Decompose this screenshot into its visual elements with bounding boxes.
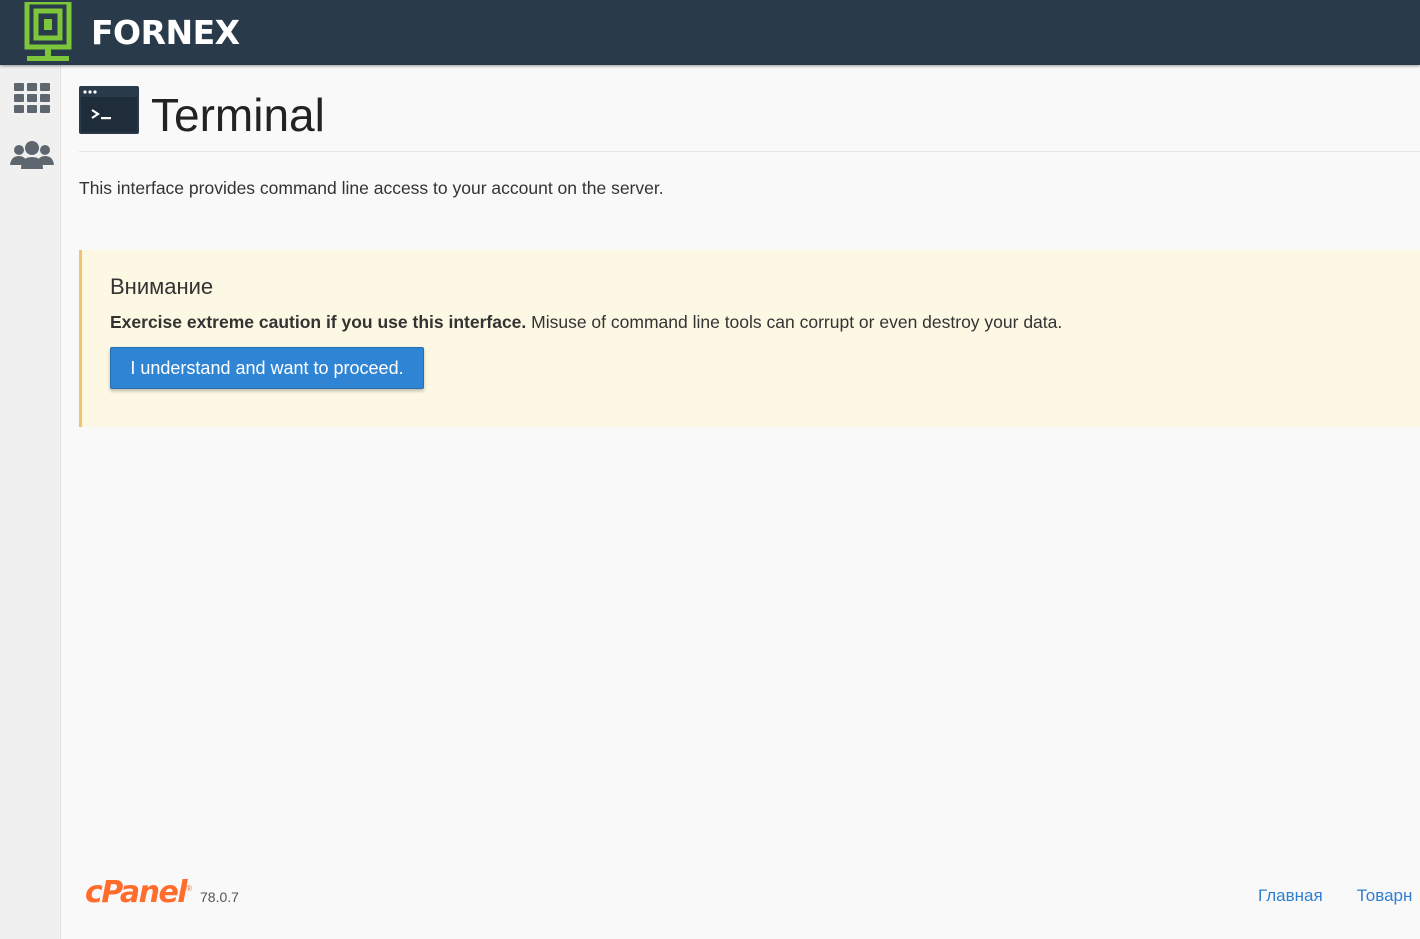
page-title: Terminal [151, 89, 325, 141]
sidebar [0, 65, 61, 939]
warning-alert: Внимание Exercise extreme caution if you… [79, 250, 1420, 427]
trademark-symbol: ® [186, 884, 192, 893]
sidebar-item-apps[interactable] [8, 75, 56, 121]
footer-link-products[interactable]: Товарн [1357, 886, 1413, 905]
alert-text: Misuse of command line tools can corrupt… [526, 312, 1063, 332]
main-content: Terminal This interface provides command… [79, 65, 1420, 427]
footer-links: Главная Товарн [1258, 886, 1420, 906]
alert-bold-text: Exercise extreme caution if you use this… [110, 312, 527, 332]
page-header: Terminal [79, 65, 1420, 152]
terminal-icon [79, 86, 139, 134]
cpanel-logo: cPanel [85, 875, 188, 910]
page-description: This interface provides command line acc… [79, 178, 664, 198]
alert-title: Внимание [110, 274, 214, 299]
top-header: FORNEX [0, 0, 1420, 65]
proceed-button[interactable]: I understand and want to proceed. [110, 347, 424, 389]
sidebar-item-users[interactable] [8, 132, 56, 178]
version-label: 78.0.7 [200, 889, 239, 905]
fornex-logo-icon[interactable] [24, 2, 72, 62]
alert-message: Exercise extreme caution if you use this… [110, 312, 1062, 333]
users-group-icon [10, 141, 54, 169]
grid-apps-icon [14, 83, 50, 113]
brand-name[interactable]: FORNEX [91, 13, 240, 52]
footer-logo[interactable]: cPanel ® 78.0.7 [85, 873, 239, 913]
footer-link-home[interactable]: Главная [1258, 886, 1323, 905]
